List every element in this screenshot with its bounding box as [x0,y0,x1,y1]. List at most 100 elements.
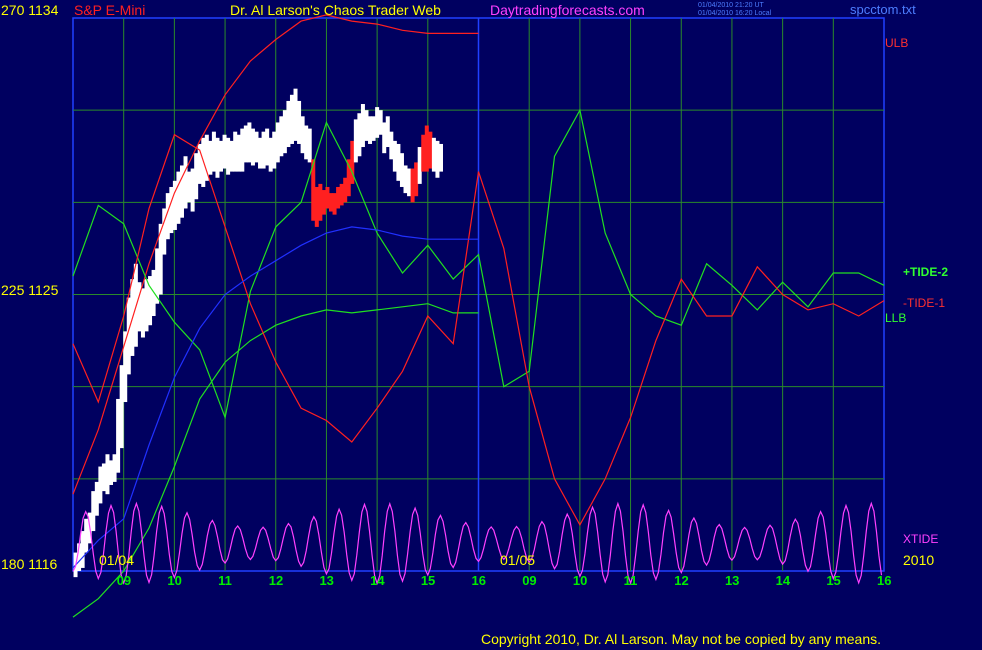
x-tick-label: 15 [826,573,840,588]
price-bar [314,186,319,227]
price-bar [357,113,362,157]
price-bar [194,153,199,200]
price-bar [208,140,213,175]
x-tick-label: 09 [522,573,536,588]
price-bar [286,100,291,148]
price-bar [414,162,419,197]
price-bar [240,128,245,172]
price-bar [321,190,326,215]
price-bar [275,122,280,163]
year-label: 2010 [903,552,935,568]
price-bar [399,153,404,187]
x-tick-label: 12 [269,573,283,588]
x-tick-label: 16 [472,573,486,588]
label-tide2: +TIDE-2 [903,265,949,279]
price-bar [392,140,397,172]
x-tick-label: 11 [218,573,232,588]
price-bar [360,104,365,148]
forecast-chart: 09 10 11 12 13 14 15 16 09 10 11 12 13 14 15 16 [72,14,892,618]
price-bar [229,140,234,172]
price-bar [364,110,369,141]
price-bar [190,168,195,212]
price-bar [222,134,227,169]
y-label-mid: 225 1125 [1,282,59,298]
price-bar [233,131,238,172]
y-label-top: 270 1134 [1,2,59,18]
price-bar [382,122,387,154]
copyright-text: Copyright 2010, Dr. Al Larson. May not b… [481,631,882,647]
date-label-day1: 01/04 [99,552,135,568]
x-tick-labels: 09 10 11 12 13 14 15 16 09 10 11 12 13 14 15 16 [117,573,892,588]
price-bar [215,137,220,178]
price-bar [389,131,394,160]
date-label-day2: 01/05 [500,552,536,568]
price-bar [105,454,110,495]
page-title: Dr. Al Larson's Chaos Trader Web [230,2,441,18]
price-bar [183,156,188,209]
price-bar [101,463,106,492]
price-bar [438,143,443,172]
price-bar [98,466,103,504]
price-bar [84,518,89,553]
price-bar [417,147,422,184]
price-bar [268,137,273,172]
price-bar [279,116,284,157]
price-bar [332,193,337,215]
price-bar [407,168,412,197]
price-bar [431,137,436,172]
price-bar [421,134,426,172]
file-name: spcctom.txt [850,2,916,17]
price-bar [119,365,124,449]
x-tick-label: 09 [117,573,131,588]
price-bar [80,531,85,568]
price-bar [336,186,341,209]
label-llb: LLB [885,311,907,325]
price-bar [304,125,309,160]
price-bar [339,183,344,206]
price-bar [307,128,312,163]
price-bar [162,208,167,255]
price-bar [328,193,333,212]
price-bar [289,94,294,144]
price-bar [265,128,270,166]
price-bar [396,143,401,181]
x-tick-label: 16 [877,573,891,588]
price-bar [254,131,259,163]
price-bar [219,140,224,172]
price-bar [247,122,252,163]
site-name[interactable]: Daytradingforecasts.com [490,3,645,17]
price-bar [261,131,266,169]
x-tick-label: 15 [421,573,435,588]
price-bar [282,110,287,154]
price-bar [116,398,121,473]
y-label-bottom: 180 1116 [1,556,58,572]
price-bar [371,116,376,141]
price-bar [236,134,241,172]
price-bar [211,131,216,172]
price-bar [424,125,429,172]
timestamp-local: 01/04/2010 16:20 Local [698,10,772,17]
x-tick-label: 10 [573,573,587,588]
price-bar [144,279,149,332]
price-bar [343,177,348,203]
price-bar [403,165,408,194]
timestamp-ut: 01/04/2010 21:20 UT [698,2,764,9]
price-bar [353,119,358,163]
x-tick-label: 11 [624,573,638,588]
price-bar [109,460,114,485]
label-tide1: -TIDE-1 [903,296,945,310]
price-bar [243,125,248,163]
price-bar [375,107,380,138]
price-bar [94,481,99,516]
price-bar [293,88,298,141]
x-tick-label: 14 [370,573,385,588]
price-bar [318,183,323,221]
price-bar [140,288,145,338]
price-bar [169,186,174,234]
price-bar [435,140,440,178]
price-bar [250,128,255,166]
price-bar [378,110,383,135]
price-bar [176,171,181,224]
price-bar [112,454,117,482]
chart-grid [72,17,885,572]
